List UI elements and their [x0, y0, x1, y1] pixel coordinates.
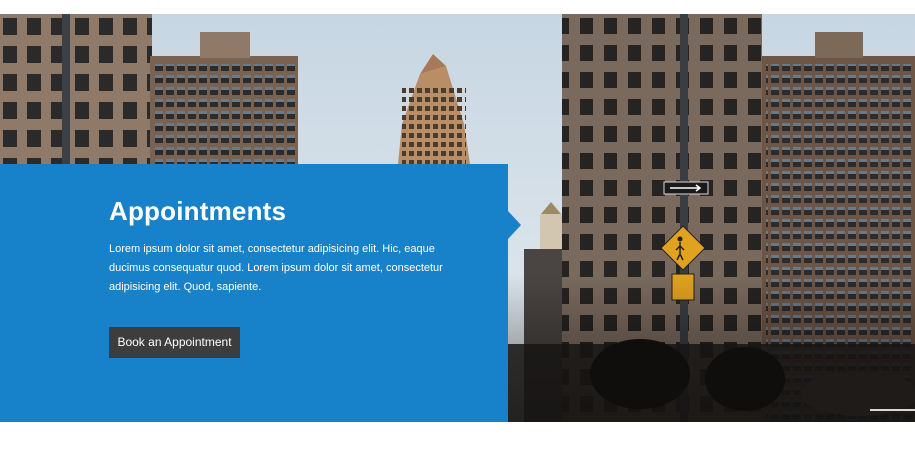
panel-pointer-notch: [508, 211, 521, 239]
section-description: Lorem ipsum dolor sit amet, consectetur …: [109, 243, 443, 293]
section-title: Appointments: [109, 196, 287, 226]
book-appointment-button[interactable]: Book an Appointment: [109, 327, 240, 358]
